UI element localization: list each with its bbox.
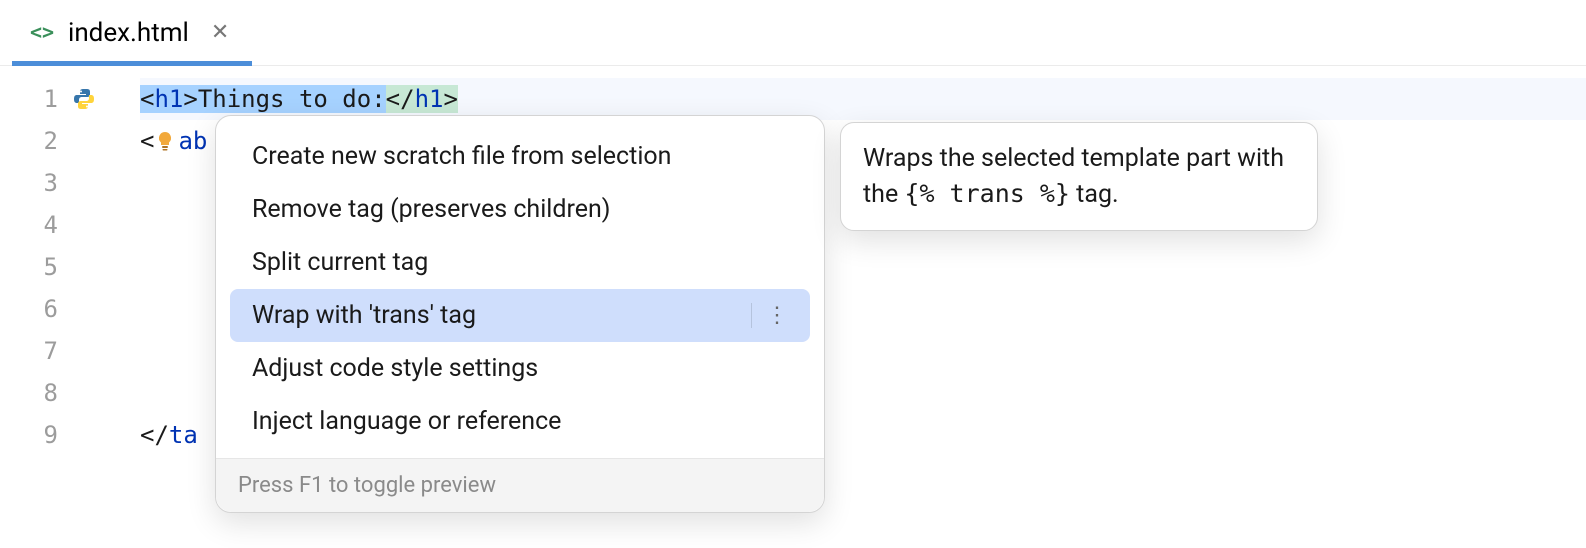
tooltip-suffix: tag. xyxy=(1070,180,1119,209)
line-number: 6 xyxy=(28,295,58,323)
line-number: 7 xyxy=(28,337,58,365)
gutter: 1 2 3 4 5 6 7 8 9 xyxy=(0,66,140,548)
tab-filename: index.html xyxy=(68,18,189,48)
lightbulb-icon[interactable] xyxy=(154,130,176,152)
intention-actions-menu: Create new scratch file from selection R… xyxy=(215,115,825,513)
line-number: 2 xyxy=(28,127,58,155)
html-file-icon: <> xyxy=(30,19,58,47)
menu-item-remove-tag[interactable]: Remove tag (preserves children) xyxy=(230,183,810,236)
menu-item-split-tag[interactable]: Split current tag xyxy=(230,236,810,289)
python-gutter-icon[interactable] xyxy=(72,87,96,111)
menu-footer-hint: Press F1 to toggle preview xyxy=(216,458,824,512)
menu-item-create-scratch[interactable]: Create new scratch file from selection xyxy=(230,130,810,183)
line-number: 8 xyxy=(28,379,58,407)
line-number: 4 xyxy=(28,211,58,239)
code-line-1[interactable]: <h1>Things to do:</h1> xyxy=(140,78,1586,120)
line-number: 1 xyxy=(28,85,58,113)
editor-tab[interactable]: <> index.html ✕ xyxy=(0,0,247,65)
close-tab-icon[interactable]: ✕ xyxy=(211,20,229,45)
kebab-icon[interactable]: ⋮ xyxy=(751,303,788,328)
svg-text:<>: <> xyxy=(30,20,54,44)
intention-tooltip: Wraps the selected template part with th… xyxy=(840,122,1318,231)
menu-item-wrap-trans[interactable]: Wrap with 'trans' tag ⋮ xyxy=(230,289,810,342)
tab-bar: <> index.html ✕ xyxy=(0,0,1586,66)
menu-item-inject-language[interactable]: Inject language or reference xyxy=(230,395,810,448)
tooltip-code: {% trans %} xyxy=(904,179,1070,208)
line-number: 5 xyxy=(28,253,58,281)
line-number: 9 xyxy=(28,421,58,449)
line-number: 3 xyxy=(28,169,58,197)
menu-item-code-style[interactable]: Adjust code style settings xyxy=(230,342,810,395)
